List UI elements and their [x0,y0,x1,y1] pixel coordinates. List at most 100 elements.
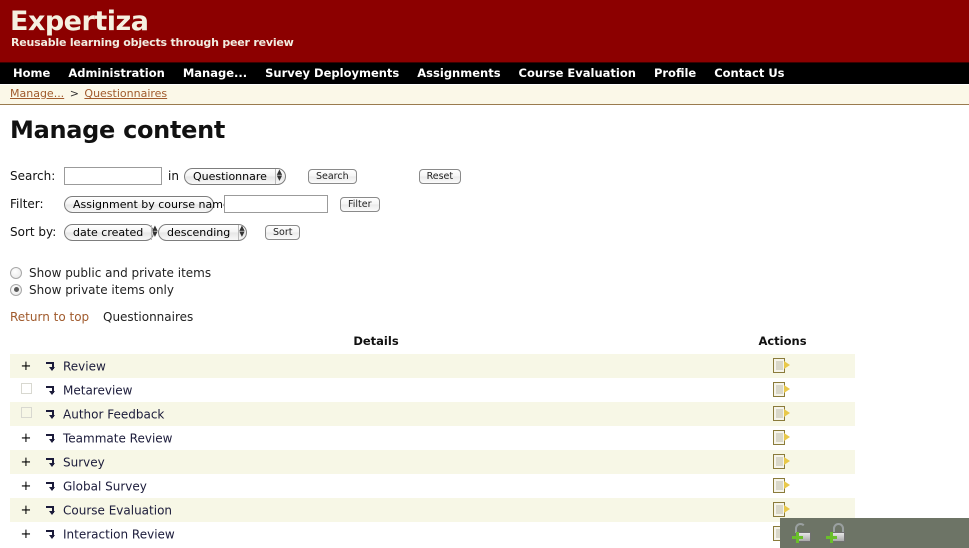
row-actions-cell [710,354,855,378]
breadcrumb: Manage... > Questionnaires [0,84,969,105]
search-input[interactable] [64,167,162,185]
questionnaire-type-link[interactable]: Survey [63,455,105,469]
filter-criteria-select[interactable]: Assignment by course name ▲▼ [64,195,244,213]
column-header-actions: Actions [710,334,855,354]
nav-item-administration[interactable]: Administration [59,63,174,84]
turn-down-arrow-icon [46,361,57,372]
document-edit-icon[interactable] [773,406,792,422]
nav-item-contact-us[interactable]: Contact Us [705,63,793,84]
sort-button[interactable]: Sort [265,224,301,240]
select-stepper-icon: ▲▼ [238,224,245,240]
table-row: Author Feedback [10,402,855,426]
sort-row: Sort by: date created ▲ ▼ descending ▲ ▼ S… [10,218,959,246]
nav-item-manage[interactable]: Manage... [174,63,256,84]
search-label: Search: [10,169,56,183]
nav-item-assignments[interactable]: Assignments [408,63,509,84]
document-edit-icon[interactable] [773,454,792,470]
nav-item-survey-deployments[interactable]: Survey Deployments [256,63,408,84]
nav-item-home[interactable]: Home [4,63,59,84]
document-edit-icon[interactable] [773,430,792,446]
expand-plus-icon[interactable]: + [21,455,32,470]
row-name-cell: Review [42,354,710,378]
search-scope-select[interactable]: Questionnare ▲ ▼ [183,167,286,185]
add-unlock-icon[interactable] [792,523,814,543]
turn-down-arrow-icon [46,481,57,492]
site-logo-title: Expertiza [10,6,149,37]
section-heading-questionnaires: Questionnaires [103,310,194,324]
radio-show-private-only-icon[interactable] [10,283,22,296]
expand-plus-icon[interactable]: + [21,527,32,542]
sort-field-select[interactable]: date created ▲ ▼ [64,223,158,241]
empty-toggle-box-icon[interactable] [20,407,32,418]
expand-plus-icon[interactable]: + [21,479,32,494]
row-name-cell: Author Feedback [42,402,710,426]
row-toggle-cell: + [10,522,42,546]
sort-label: Sort by: [10,225,57,239]
return-to-top-link[interactable]: Return to top [10,310,89,324]
row-toggle-cell: + [10,474,42,498]
select-stepper-icon: ▲▼ [151,224,158,240]
row-actions-cell [710,378,855,402]
document-edit-icon[interactable] [773,502,792,518]
breadcrumb-link-questionnaires[interactable]: Questionnaires [84,87,167,100]
filter-row: Filter: Assignment by course name ▲▼ Fil… [10,190,959,218]
search-in-word: in [168,169,179,183]
table-row: + Teammate Review [10,426,855,450]
questionnaire-type-link[interactable]: Interaction Review [63,527,175,541]
row-toggle-cell: + [10,450,42,474]
document-edit-icon[interactable] [773,358,792,374]
document-edit-icon[interactable] [773,382,792,398]
questionnaires-table: Details Actions + Review Metareview Author … [10,334,855,546]
page-title: Manage content [10,116,226,144]
row-actions-cell [710,426,855,450]
table-row: + Global Survey [10,474,855,498]
select-stepper-icon: ▲▼ [274,168,283,184]
visibility-option-private-only[interactable]: Show private items only [10,281,959,298]
row-toggle-cell [10,402,42,426]
row-toggle-cell: + [10,498,42,522]
radio-show-public-and-private-icon[interactable] [10,266,22,279]
add-lock-icon[interactable] [826,523,848,543]
table-row: + Course Evaluation [10,498,855,522]
lock-toolbar-overlay [780,518,969,548]
sort-direction-select[interactable]: descending ▲ ▼ [158,223,247,241]
empty-toggle-box-icon[interactable] [20,383,32,394]
row-name-cell: Course Evaluation [42,498,710,522]
questionnaire-type-link[interactable]: Metareview [63,383,132,397]
row-name-cell: Teammate Review [42,426,710,450]
turn-down-arrow-icon [46,409,57,420]
turn-down-arrow-icon [46,505,57,516]
reset-button[interactable]: Reset [418,168,462,184]
section-links: Return to top Questionnaires [10,310,959,324]
filter-label: Filter: [10,197,44,211]
row-actions-cell [710,450,855,474]
questionnaire-type-link[interactable]: Teammate Review [63,431,172,445]
filter-button[interactable]: Filter [340,196,380,212]
radio-show-private-only-label: Show private items only [29,282,174,297]
document-edit-icon[interactable] [773,478,792,494]
site-masthead: Expertiza Reusable learning objects thro… [0,0,969,62]
turn-down-arrow-icon [46,457,57,468]
breadcrumb-link-manage[interactable]: Manage... [10,87,64,100]
turn-down-arrow-icon [46,529,57,540]
questionnaire-type-link[interactable]: Course Evaluation [63,503,172,517]
questionnaire-type-link[interactable]: Author Feedback [63,407,164,421]
row-toggle-cell: + [10,426,42,450]
row-name-cell: Global Survey [42,474,710,498]
questionnaire-type-link[interactable]: Global Survey [63,479,147,493]
search-button[interactable]: Search [307,168,357,184]
filter-value-input[interactable] [224,195,328,213]
visibility-option-public-private[interactable]: Show public and private items [10,264,959,281]
turn-down-arrow-icon [46,433,57,444]
row-toggle-cell [10,378,42,402]
expand-plus-icon[interactable]: + [21,359,32,374]
expand-plus-icon[interactable]: + [21,431,32,446]
row-name-cell: Interaction Review [42,522,710,546]
row-toggle-cell: + [10,354,42,378]
expand-plus-icon[interactable]: + [21,503,32,518]
nav-item-course-evaluation[interactable]: Course Evaluation [510,63,645,84]
row-name-cell: Survey [42,450,710,474]
site-tagline: Reusable learning objects through peer r… [11,36,294,49]
questionnaire-type-link[interactable]: Review [63,359,106,373]
nav-item-profile[interactable]: Profile [645,63,705,84]
